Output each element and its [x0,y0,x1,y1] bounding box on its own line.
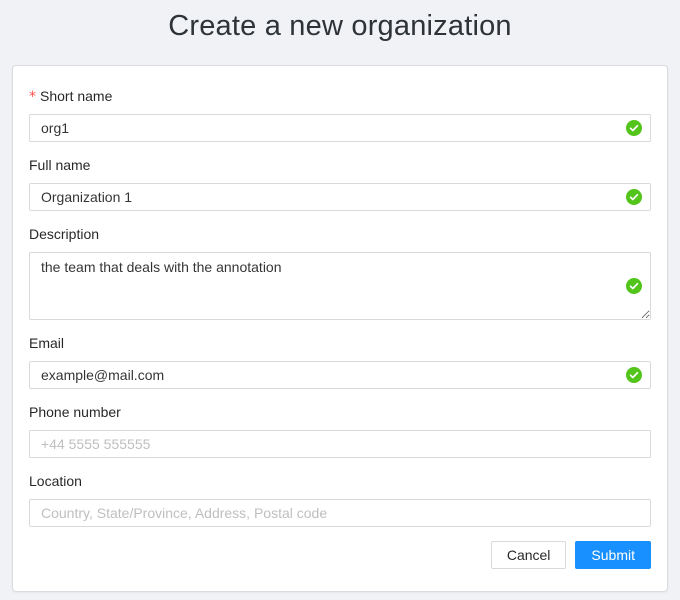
full-name-label: Full name [29,155,651,175]
location-input[interactable] [29,499,651,527]
short-name-field: *Short name [29,86,651,142]
description-textarea[interactable]: the team that deals with the annotation [29,252,651,320]
phone-number-field: Phone number [29,402,651,458]
page-title: Create a new organization [0,0,680,45]
create-organization-form-card: *Short name Full name Description the te… [12,65,668,592]
location-label: Location [29,471,651,491]
email-input[interactable] [29,361,651,389]
short-name-label-text: Short name [40,88,112,104]
phone-number-input[interactable] [29,430,651,458]
description-label: Description [29,224,651,244]
phone-number-label: Phone number [29,402,651,422]
short-name-label: *Short name [29,86,651,106]
required-asterisk: * [29,89,36,105]
description-field: Description the team that deals with the… [29,224,651,320]
email-field: Email [29,333,651,389]
full-name-input[interactable] [29,183,651,211]
form-actions: Cancel Submit [29,541,651,569]
full-name-field: Full name [29,155,651,211]
email-label: Email [29,333,651,353]
location-field: Location [29,471,651,527]
submit-button[interactable]: Submit [575,541,651,569]
cancel-button[interactable]: Cancel [491,541,567,569]
short-name-input[interactable] [29,114,651,142]
